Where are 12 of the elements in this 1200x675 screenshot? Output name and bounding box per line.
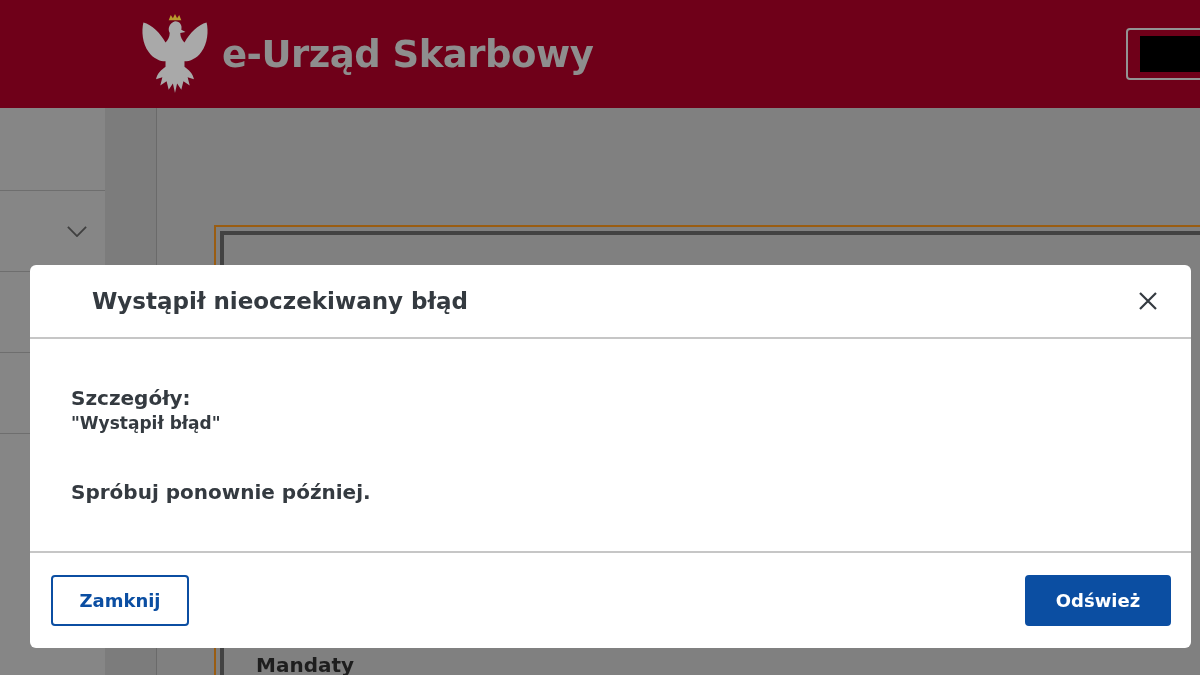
site-title: e-Urząd Skarbowy <box>222 32 594 76</box>
header-button[interactable] <box>1126 28 1200 80</box>
refresh-button[interactable]: Odśwież <box>1025 575 1171 626</box>
chevron-down-icon[interactable] <box>67 225 87 237</box>
retry-message: Spróbuj ponownie później. <box>71 479 371 505</box>
close-dialog-button[interactable]: Zamknij <box>51 575 189 626</box>
eagle-emblem-icon <box>140 14 210 94</box>
dialog-title: Wystąpił nieoczekiwany błąd <box>92 288 469 314</box>
close-icon <box>1139 292 1157 310</box>
error-details: "Wystąpił błąd" <box>71 412 221 435</box>
details-label: Szczegóły: <box>71 385 191 411</box>
close-button[interactable] <box>1139 292 1157 310</box>
